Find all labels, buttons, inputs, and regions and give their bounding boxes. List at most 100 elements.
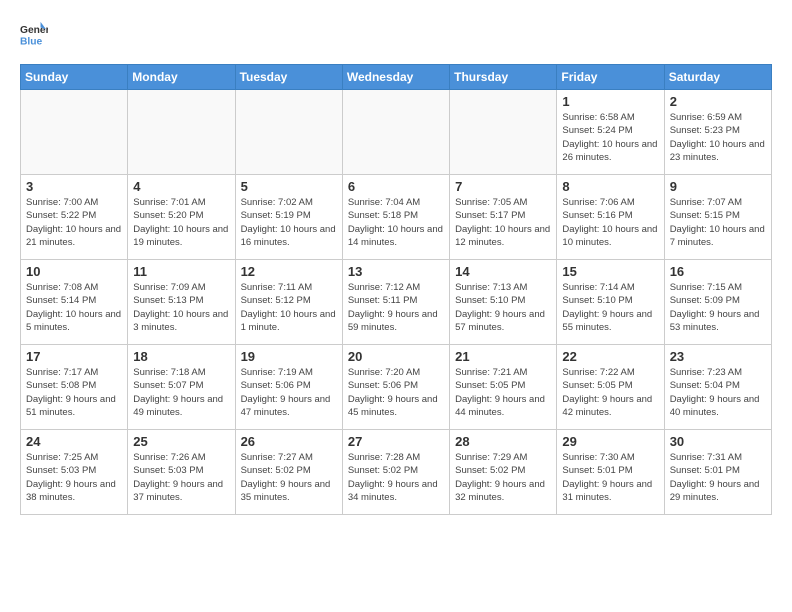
day-info: Sunrise: 7:17 AM Sunset: 5:08 PM Dayligh…	[26, 366, 122, 419]
day-number: 5	[241, 179, 337, 194]
day-info: Sunrise: 7:05 AM Sunset: 5:17 PM Dayligh…	[455, 196, 551, 249]
calendar-header-wednesday: Wednesday	[342, 65, 449, 90]
calendar-cell: 5 Sunrise: 7:02 AM Sunset: 5:19 PM Daylig…	[235, 175, 342, 260]
day-info: Sunrise: 7:22 AM Sunset: 5:05 PM Dayligh…	[562, 366, 658, 419]
day-number: 9	[670, 179, 766, 194]
day-number: 13	[348, 264, 444, 279]
day-number: 20	[348, 349, 444, 364]
calendar-cell: 6 Sunrise: 7:04 AM Sunset: 5:18 PM Daylig…	[342, 175, 449, 260]
calendar-cell: 22 Sunrise: 7:22 AM Sunset: 5:05 PM Dayli…	[557, 345, 664, 430]
calendar-cell: 25 Sunrise: 7:26 AM Sunset: 5:03 PM Dayli…	[128, 430, 235, 515]
calendar-cell: 20 Sunrise: 7:20 AM Sunset: 5:06 PM Dayli…	[342, 345, 449, 430]
day-info: Sunrise: 7:27 AM Sunset: 5:02 PM Dayligh…	[241, 451, 337, 504]
day-info: Sunrise: 7:02 AM Sunset: 5:19 PM Dayligh…	[241, 196, 337, 249]
day-number: 6	[348, 179, 444, 194]
calendar-cell: 11 Sunrise: 7:09 AM Sunset: 5:13 PM Dayli…	[128, 260, 235, 345]
day-number: 21	[455, 349, 551, 364]
calendar-cell: 18 Sunrise: 7:18 AM Sunset: 5:07 PM Dayli…	[128, 345, 235, 430]
calendar-week-row: 17 Sunrise: 7:17 AM Sunset: 5:08 PM Dayli…	[21, 345, 772, 430]
day-number: 11	[133, 264, 229, 279]
calendar-week-row: 24Sunrise: 7:25 AM Sunset: 5:03 PM Dayli…	[21, 430, 772, 515]
day-info: Sunrise: 6:59 AM Sunset: 5:23 PM Dayligh…	[670, 111, 766, 164]
day-info: Sunrise: 7:19 AM Sunset: 5:06 PM Dayligh…	[241, 366, 337, 419]
calendar-header-row: SundayMondayTuesdayWednesdayThursdayFrid…	[21, 65, 772, 90]
calendar-cell: 7 Sunrise: 7:05 AM Sunset: 5:17 PM Daylig…	[450, 175, 557, 260]
day-info: Sunrise: 7:18 AM Sunset: 5:07 PM Dayligh…	[133, 366, 229, 419]
calendar-cell: 26 Sunrise: 7:27 AM Sunset: 5:02 PM Dayli…	[235, 430, 342, 515]
calendar-cell: 2Sunrise: 6:59 AM Sunset: 5:23 PM Daylig…	[664, 90, 771, 175]
day-number: 16	[670, 264, 766, 279]
calendar-table: SundayMondayTuesdayWednesdayThursdayFrid…	[20, 64, 772, 515]
calendar-cell: 13 Sunrise: 7:12 AM Sunset: 5:11 PM Dayli…	[342, 260, 449, 345]
day-info: Sunrise: 7:06 AM Sunset: 5:16 PM Dayligh…	[562, 196, 658, 249]
day-info: Sunrise: 7:31 AM Sunset: 5:01 PM Dayligh…	[670, 451, 766, 504]
day-number: 18	[133, 349, 229, 364]
calendar-header-tuesday: Tuesday	[235, 65, 342, 90]
calendar-cell: 24Sunrise: 7:25 AM Sunset: 5:03 PM Dayli…	[21, 430, 128, 515]
calendar-cell: 3Sunrise: 7:00 AM Sunset: 5:22 PM Daylig…	[21, 175, 128, 260]
calendar-cell: 23Sunrise: 7:23 AM Sunset: 5:04 PM Dayli…	[664, 345, 771, 430]
day-number: 26	[241, 434, 337, 449]
day-info: Sunrise: 7:01 AM Sunset: 5:20 PM Dayligh…	[133, 196, 229, 249]
calendar-header-friday: Friday	[557, 65, 664, 90]
calendar-cell: 17 Sunrise: 7:17 AM Sunset: 5:08 PM Dayli…	[21, 345, 128, 430]
calendar-week-row: 10Sunrise: 7:08 AM Sunset: 5:14 PM Dayli…	[21, 260, 772, 345]
day-info: Sunrise: 7:28 AM Sunset: 5:02 PM Dayligh…	[348, 451, 444, 504]
day-number: 23	[670, 349, 766, 364]
day-number: 19	[241, 349, 337, 364]
calendar-header-monday: Monday	[128, 65, 235, 90]
day-info: Sunrise: 7:04 AM Sunset: 5:18 PM Dayligh…	[348, 196, 444, 249]
day-number: 12	[241, 264, 337, 279]
day-info: Sunrise: 7:11 AM Sunset: 5:12 PM Dayligh…	[241, 281, 337, 334]
day-info: Sunrise: 7:20 AM Sunset: 5:06 PM Dayligh…	[348, 366, 444, 419]
day-number: 28	[455, 434, 551, 449]
calendar-cell: 14 Sunrise: 7:13 AM Sunset: 5:10 PM Dayli…	[450, 260, 557, 345]
day-number: 27	[348, 434, 444, 449]
day-number: 30	[670, 434, 766, 449]
day-info: Sunrise: 7:26 AM Sunset: 5:03 PM Dayligh…	[133, 451, 229, 504]
calendar-cell	[450, 90, 557, 175]
calendar-cell	[128, 90, 235, 175]
calendar-header-saturday: Saturday	[664, 65, 771, 90]
calendar-cell: 8 Sunrise: 7:06 AM Sunset: 5:16 PM Daylig…	[557, 175, 664, 260]
day-number: 8	[562, 179, 658, 194]
day-info: Sunrise: 7:07 AM Sunset: 5:15 PM Dayligh…	[670, 196, 766, 249]
calendar-header-thursday: Thursday	[450, 65, 557, 90]
day-number: 14	[455, 264, 551, 279]
calendar-week-row: 3Sunrise: 7:00 AM Sunset: 5:22 PM Daylig…	[21, 175, 772, 260]
day-info: Sunrise: 7:12 AM Sunset: 5:11 PM Dayligh…	[348, 281, 444, 334]
logo-icon: General Blue	[20, 20, 48, 48]
calendar-cell: 29 Sunrise: 7:30 AM Sunset: 5:01 PM Dayli…	[557, 430, 664, 515]
day-number: 17	[26, 349, 122, 364]
calendar-cell	[235, 90, 342, 175]
day-info: Sunrise: 7:13 AM Sunset: 5:10 PM Dayligh…	[455, 281, 551, 334]
calendar-cell: 1 Sunrise: 6:58 AM Sunset: 5:24 PM Daylig…	[557, 90, 664, 175]
calendar-cell: 28 Sunrise: 7:29 AM Sunset: 5:02 PM Dayli…	[450, 430, 557, 515]
day-number: 1	[562, 94, 658, 109]
calendar-cell	[21, 90, 128, 175]
day-info: Sunrise: 7:30 AM Sunset: 5:01 PM Dayligh…	[562, 451, 658, 504]
calendar-cell: 9 Sunrise: 7:07 AM Sunset: 5:15 PM Daylig…	[664, 175, 771, 260]
day-info: Sunrise: 6:58 AM Sunset: 5:24 PM Dayligh…	[562, 111, 658, 164]
day-number: 7	[455, 179, 551, 194]
calendar-cell: 30 Sunrise: 7:31 AM Sunset: 5:01 PM Dayli…	[664, 430, 771, 515]
day-info: Sunrise: 7:21 AM Sunset: 5:05 PM Dayligh…	[455, 366, 551, 419]
calendar-cell: 27 Sunrise: 7:28 AM Sunset: 5:02 PM Dayli…	[342, 430, 449, 515]
calendar-cell: 19 Sunrise: 7:19 AM Sunset: 5:06 PM Dayli…	[235, 345, 342, 430]
day-info: Sunrise: 7:29 AM Sunset: 5:02 PM Dayligh…	[455, 451, 551, 504]
calendar-header-sunday: Sunday	[21, 65, 128, 90]
day-info: Sunrise: 7:15 AM Sunset: 5:09 PM Dayligh…	[670, 281, 766, 334]
calendar-cell: 12 Sunrise: 7:11 AM Sunset: 5:12 PM Dayli…	[235, 260, 342, 345]
day-number: 29	[562, 434, 658, 449]
day-number: 3	[26, 179, 122, 194]
calendar-cell: 21 Sunrise: 7:21 AM Sunset: 5:05 PM Dayli…	[450, 345, 557, 430]
calendar-cell: 15 Sunrise: 7:14 AM Sunset: 5:10 PM Dayli…	[557, 260, 664, 345]
day-number: 22	[562, 349, 658, 364]
day-number: 25	[133, 434, 229, 449]
day-info: Sunrise: 7:14 AM Sunset: 5:10 PM Dayligh…	[562, 281, 658, 334]
calendar-week-row: 1 Sunrise: 6:58 AM Sunset: 5:24 PM Daylig…	[21, 90, 772, 175]
day-number: 15	[562, 264, 658, 279]
day-number: 10	[26, 264, 122, 279]
logo: General Blue	[20, 20, 52, 48]
day-info: Sunrise: 7:09 AM Sunset: 5:13 PM Dayligh…	[133, 281, 229, 334]
